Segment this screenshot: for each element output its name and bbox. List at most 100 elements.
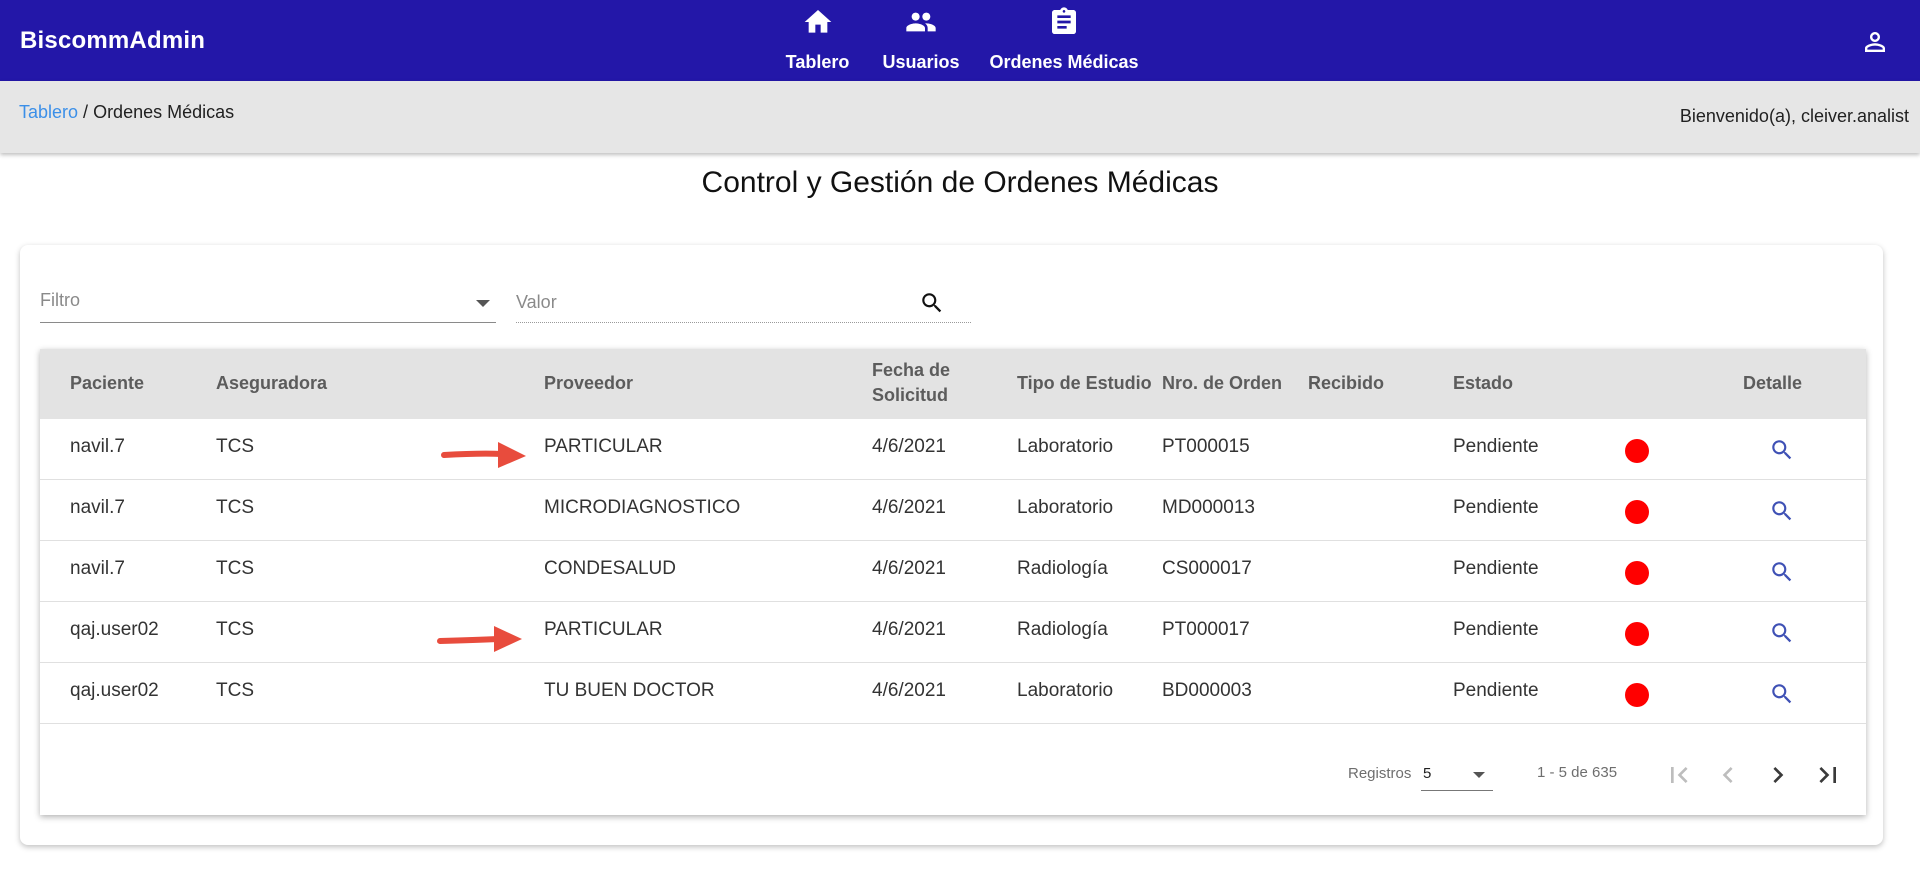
header-fecha-line2: Solicitud bbox=[872, 385, 948, 405]
first-page-button[interactable] bbox=[1663, 759, 1695, 791]
page-range: 1 - 5 de 635 bbox=[1537, 764, 1618, 781]
search-icon bbox=[1772, 623, 1792, 643]
detail-button[interactable] bbox=[1769, 437, 1795, 463]
breadcrumb-bar: Tablero / Ordenes Médicas Bienvenido(a),… bbox=[0, 81, 1920, 153]
cell-tipo-estudio: Laboratorio bbox=[1017, 680, 1114, 701]
search-icon bbox=[1772, 562, 1792, 582]
nav-label-tablero: Tablero bbox=[785, 52, 850, 72]
chevron-down-icon bbox=[476, 300, 490, 307]
cell-paciente: qaj.user02 bbox=[70, 680, 159, 701]
table-row: navil.7 TCS CONDESALUD 4/6/2021 Radiología CS… bbox=[40, 541, 1866, 602]
nav-label-usuarios: Usuarios bbox=[882, 52, 960, 72]
table-header: Paciente Aseguradora Proveedor Fecha de … bbox=[40, 349, 1866, 419]
cell-estado: Pendiente bbox=[1453, 680, 1539, 701]
detail-button[interactable] bbox=[1769, 681, 1795, 707]
breadcrumb-separator: / bbox=[78, 102, 94, 122]
search-icon bbox=[922, 293, 942, 313]
next-page-button[interactable] bbox=[1762, 759, 1794, 791]
cell-fecha: 4/6/2021 bbox=[872, 619, 946, 640]
account-button[interactable] bbox=[1860, 27, 1890, 57]
cell-tipo-estudio: Laboratorio bbox=[1017, 497, 1114, 518]
value-input[interactable] bbox=[516, 285, 916, 319]
cell-fecha: 4/6/2021 bbox=[872, 497, 946, 518]
header-nro-orden[interactable]: Nro. de Orden bbox=[1162, 371, 1282, 396]
header-recibido[interactable]: Recibido bbox=[1308, 371, 1384, 396]
cell-paciente: navil.7 bbox=[70, 558, 125, 579]
cell-nro-orden: PT000015 bbox=[1162, 436, 1250, 457]
table-row: qaj.user02 TCS TU BUEN DOCTOR 4/6/2021 Labor… bbox=[40, 663, 1866, 724]
first-page-icon bbox=[1671, 767, 1688, 783]
cell-paciente: qaj.user02 bbox=[70, 619, 159, 640]
paginator: Registros 5 1 - 5 de 635 bbox=[40, 745, 1866, 805]
person-icon bbox=[1865, 32, 1885, 52]
detail-button[interactable] bbox=[1769, 498, 1795, 524]
cell-paciente: navil.7 bbox=[70, 436, 125, 457]
cell-proveedor: TU BUEN DOCTOR bbox=[544, 680, 715, 701]
previous-page-button[interactable] bbox=[1712, 759, 1744, 791]
header-fecha-solicitud[interactable]: Fecha de Solicitud bbox=[872, 358, 950, 408]
cell-tipo-estudio: Radiología bbox=[1017, 619, 1108, 640]
orders-table: Paciente Aseguradora Proveedor Fecha de … bbox=[40, 349, 1866, 815]
nav-item-tablero[interactable]: Tablero bbox=[780, 6, 855, 78]
nav-item-ordenes-medicas[interactable]: Ordenes Médicas bbox=[989, 6, 1139, 78]
header-estado[interactable]: Estado bbox=[1453, 371, 1513, 396]
header-proveedor[interactable]: Proveedor bbox=[544, 371, 633, 396]
nav-label-ordenes-medicas: Ordenes Médicas bbox=[989, 52, 1139, 72]
header-detalle: Detalle bbox=[1743, 373, 1803, 393]
cell-estado: Pendiente bbox=[1453, 497, 1539, 518]
cell-aseguradora: TCS bbox=[216, 497, 254, 518]
cell-tipo-estudio: Radiología bbox=[1017, 558, 1108, 579]
status-indicator bbox=[1625, 439, 1649, 463]
last-page-icon bbox=[1819, 767, 1836, 783]
value-field bbox=[516, 285, 971, 323]
cell-nro-orden: BD000003 bbox=[1162, 680, 1252, 701]
cell-proveedor: MICRODIAGNOSTICO bbox=[544, 497, 741, 518]
cell-proveedor: PARTICULAR bbox=[544, 619, 663, 640]
header-tipo-estudio[interactable]: Tipo de Estudio bbox=[1017, 371, 1152, 396]
table-row: qaj.user02 TCS PARTICULAR 4/6/2021 Radiologí… bbox=[40, 602, 1866, 663]
app-brand: BiscommAdmin bbox=[20, 27, 206, 54]
cell-aseguradora: TCS bbox=[216, 558, 254, 579]
status-indicator bbox=[1625, 500, 1649, 524]
header-aseguradora[interactable]: Aseguradora bbox=[216, 371, 327, 396]
status-indicator bbox=[1625, 561, 1649, 585]
cell-fecha: 4/6/2021 bbox=[872, 680, 946, 701]
search-icon bbox=[1772, 684, 1792, 704]
clipboard-icon bbox=[1052, 7, 1076, 34]
cell-estado: Pendiente bbox=[1453, 436, 1539, 457]
search-icon bbox=[1772, 501, 1792, 521]
status-indicator bbox=[1625, 683, 1649, 707]
cell-tipo-estudio: Laboratorio bbox=[1017, 436, 1114, 457]
people-icon bbox=[906, 12, 936, 32]
top-app-bar: BiscommAdmin Tablero Usuarios Ordenes Mé… bbox=[0, 0, 1920, 81]
breadcrumb-link-tablero[interactable]: Tablero bbox=[19, 102, 78, 122]
table-row: navil.7 TCS PARTICULAR 4/6/2021 Laboratorio P… bbox=[40, 419, 1866, 480]
cell-nro-orden: MD000013 bbox=[1162, 497, 1255, 518]
last-page-button[interactable] bbox=[1812, 759, 1844, 791]
nav-item-usuarios[interactable]: Usuarios bbox=[878, 6, 964, 78]
search-button[interactable] bbox=[919, 290, 945, 316]
status-indicator bbox=[1625, 622, 1649, 646]
page-size-label: Registros bbox=[1348, 765, 1412, 782]
cell-estado: Pendiente bbox=[1453, 619, 1539, 640]
cell-nro-orden: PT000017 bbox=[1162, 619, 1250, 640]
detail-button[interactable] bbox=[1769, 559, 1795, 585]
cell-proveedor: CONDESALUD bbox=[544, 558, 676, 579]
chevron-down-icon bbox=[1473, 772, 1485, 778]
chevron-right-icon bbox=[1773, 767, 1784, 783]
orders-card: Filtro Paciente Aseguradora Proveedor Fe… bbox=[20, 245, 1883, 845]
breadcrumb: Tablero / Ordenes Médicas bbox=[19, 102, 234, 123]
table-row: navil.7 TCS MICRODIAGNOSTICO 4/6/2021 Labora… bbox=[40, 480, 1866, 541]
filter-select-placeholder: Filtro bbox=[40, 290, 80, 310]
filter-select[interactable]: Filtro bbox=[40, 285, 496, 323]
page-size-value: 5 bbox=[1423, 765, 1432, 782]
welcome-message: Bienvenido(a), cleiver.analist bbox=[1679, 106, 1909, 126]
cell-nro-orden: CS000017 bbox=[1162, 558, 1252, 579]
annotation-arrow bbox=[437, 626, 522, 652]
page-size-select[interactable]: 5 bbox=[1421, 759, 1493, 791]
home-icon bbox=[804, 10, 831, 33]
cell-estado: Pendiente bbox=[1453, 558, 1539, 579]
detail-button[interactable] bbox=[1769, 620, 1795, 646]
cell-aseguradora: TCS bbox=[216, 680, 254, 701]
header-paciente[interactable]: Paciente bbox=[70, 371, 144, 396]
